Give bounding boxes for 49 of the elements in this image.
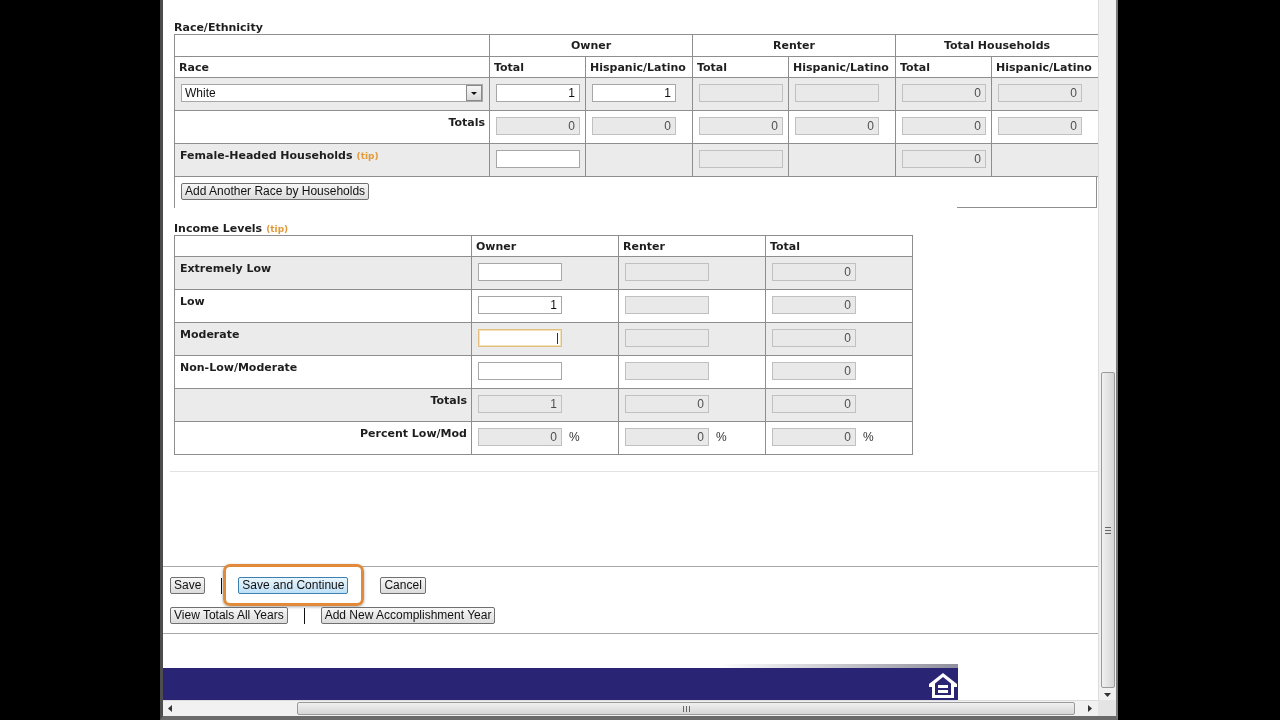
input-field[interactable]: 1	[592, 84, 676, 102]
unit-label: %	[716, 430, 727, 444]
row-label: Extremely Low	[180, 262, 272, 275]
column-header: Hispanic/Latino	[793, 60, 889, 74]
row-label: Moderate	[180, 328, 240, 341]
column-header: Hispanic/Latino	[996, 60, 1092, 74]
column-header: Hispanic/Latino	[590, 60, 686, 74]
unit-label: %	[863, 430, 874, 444]
race-select[interactable]: White	[181, 84, 483, 102]
scroll-thumb[interactable]	[297, 702, 1075, 715]
section-title: Income Levels	[174, 222, 263, 235]
group-header: Renter	[773, 39, 815, 52]
form-button[interactable]: Save and Continue	[238, 577, 349, 594]
input-field[interactable]: 1	[496, 84, 580, 102]
column-header: Total	[770, 239, 801, 253]
row-label: Female-Headed Households	[180, 149, 353, 162]
horizontal-scrollbar[interactable]	[163, 700, 1098, 716]
left-arrow-icon[interactable]	[168, 705, 172, 712]
column-header: Total	[697, 60, 728, 74]
input-field[interactable]	[478, 263, 562, 281]
row-label: Non-Low/Moderate	[180, 361, 298, 374]
input-field[interactable]: 1	[478, 296, 562, 314]
column-header: Total	[494, 60, 525, 74]
section-title: Race/Ethnicity	[174, 21, 263, 34]
input-field[interactable]	[496, 150, 580, 168]
add-race-button[interactable]: Add Another Race by Households	[181, 183, 370, 200]
form-button[interactable]: Cancel	[380, 577, 426, 594]
house-icon	[929, 673, 957, 698]
row-label: Totals	[448, 116, 485, 129]
form-button[interactable]: View Totals All Years	[170, 607, 288, 624]
group-header: Total Households	[944, 39, 1051, 52]
column-header: Total	[900, 60, 931, 74]
scroll-thumb[interactable]	[1100, 372, 1115, 688]
column-header: Owner	[476, 239, 517, 253]
row-label: Percent Low/Mod	[360, 427, 467, 440]
column-header: Renter	[623, 239, 665, 253]
scrollbar-corner	[1098, 700, 1116, 716]
group-header: Owner	[570, 39, 612, 52]
form-button[interactable]: Save	[170, 577, 206, 594]
down-arrow-icon[interactable]	[1104, 693, 1111, 697]
right-arrow-icon[interactable]	[1088, 705, 1092, 712]
row-label: Low	[180, 295, 205, 308]
unit-label: %	[569, 430, 580, 444]
vertical-scrollbar[interactable]	[1098, 0, 1116, 700]
input-field[interactable]	[478, 362, 562, 380]
form-button[interactable]: Add New Accomplishment Year	[320, 607, 496, 624]
input-field[interactable]	[478, 329, 562, 347]
column-header: Race	[179, 60, 209, 74]
row-label: Totals	[430, 394, 467, 407]
